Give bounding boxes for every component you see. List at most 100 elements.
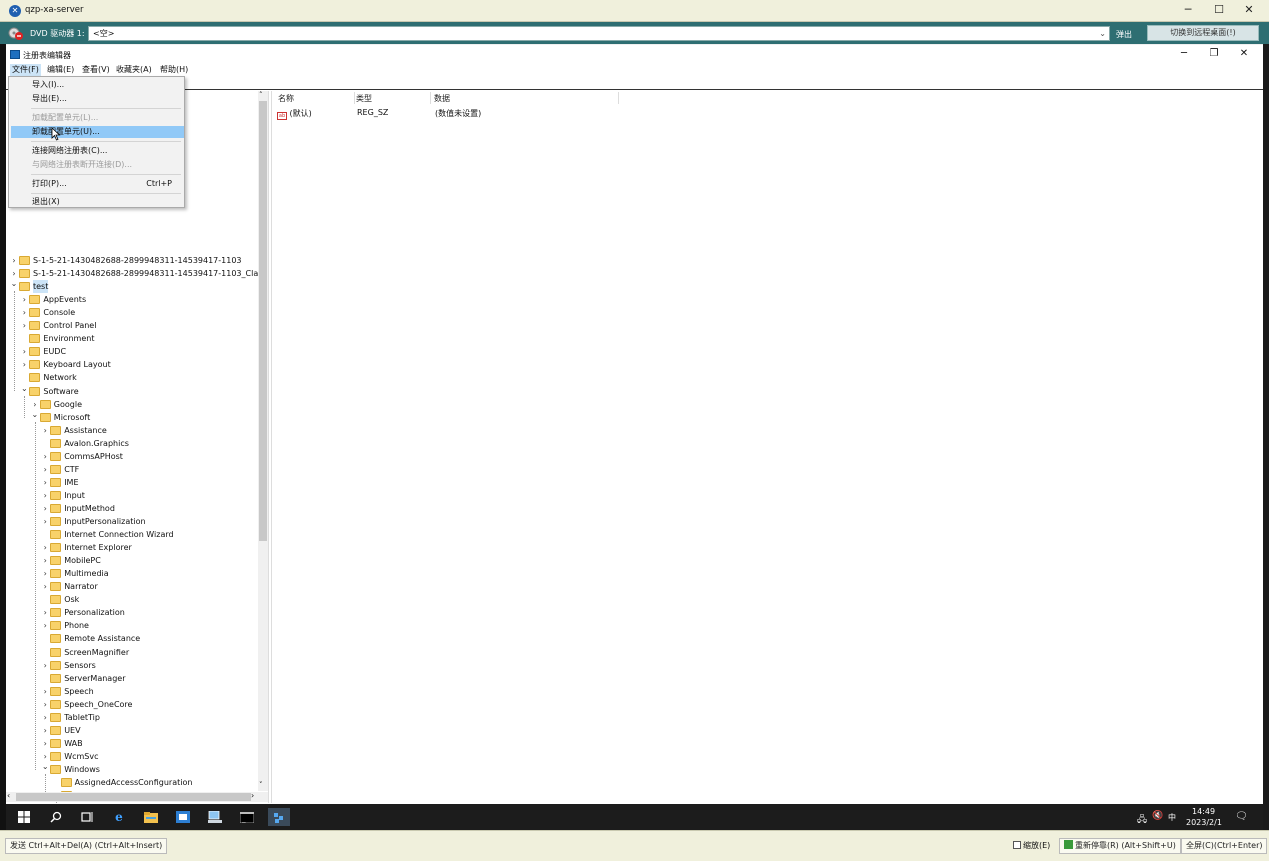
- clock-time[interactable]: 14:49: [1192, 807, 1215, 816]
- regedit-restore-icon[interactable]: ❐: [1199, 46, 1229, 62]
- menu-view[interactable]: 查看(V): [80, 64, 112, 76]
- chevron-right-icon[interactable]: ›: [41, 567, 49, 580]
- menu-separator: [31, 193, 181, 194]
- tree-vertical-scrollbar[interactable]: ˄ ˅: [258, 91, 268, 791]
- task-view-icon[interactable]: [76, 808, 98, 826]
- chevron-right-icon[interactable]: ›: [41, 554, 49, 567]
- column-separator: [354, 92, 355, 104]
- minimize-icon[interactable]: ─: [1173, 0, 1203, 20]
- search-icon[interactable]: [45, 808, 67, 826]
- scroll-left-icon[interactable]: ‹: [7, 791, 10, 800]
- menu-edit[interactable]: 编辑(E): [45, 64, 76, 76]
- chevron-right-icon[interactable]: ›: [41, 424, 49, 437]
- send-ctrl-alt-del-button[interactable]: 发送 Ctrl+Alt+Del(A) (Ctrl+Alt+Insert): [5, 838, 168, 854]
- column-separator: [430, 92, 431, 104]
- column-header-type[interactable]: 类型: [356, 93, 372, 104]
- dvd-drive-select[interactable]: <空> ⌄: [88, 26, 1110, 41]
- dvd-toolbar: DVD 驱动器 1: <空> ⌄ 弹出 切换到远程桌面(!): [0, 22, 1269, 44]
- regedit-close-icon[interactable]: ✕: [1229, 46, 1259, 62]
- ime-indicator[interactable]: 中: [1168, 812, 1176, 823]
- tree-node-label: S-1-5-21-1430482688-2899948311-14539417-…: [33, 256, 242, 265]
- checkbox-box[interactable]: [1013, 841, 1021, 849]
- chevron-right-icon[interactable]: ›: [41, 515, 49, 528]
- chevron-right-icon[interactable]: ›: [20, 358, 28, 371]
- command-prompt-icon[interactable]: _: [236, 808, 258, 826]
- chevron-right-icon[interactable]: ›: [41, 737, 49, 750]
- menu-separator: [31, 141, 181, 142]
- folder-icon: [50, 438, 62, 448]
- clock-date[interactable]: 2023/2/1: [1186, 818, 1222, 827]
- menu-item-export[interactable]: 导出(E)...: [11, 93, 184, 105]
- value-row[interactable]: ab (默认): [277, 108, 312, 120]
- regedit-menu-bar: 文件(F) 编辑(E) 查看(V) 收藏夹(A) 帮助(H): [6, 63, 1263, 76]
- chevron-right-icon[interactable]: ›: [41, 450, 49, 463]
- tree-node-label: ServerManager: [64, 673, 126, 683]
- tree-horizontal-scroll-thumb[interactable]: [16, 793, 251, 801]
- redock-label: 重新停靠(R) (Alt+Shift+U): [1075, 841, 1176, 850]
- volume-icon[interactable]: 🔇: [1152, 811, 1163, 821]
- chevron-right-icon[interactable]: ›: [41, 724, 49, 737]
- values-list[interactable]: 名称 类型 数据 ab (默认) REG_SZ (数值未设置): [272, 91, 1263, 803]
- menu-item-import[interactable]: 导入(I)...: [11, 79, 184, 91]
- menu-favorites[interactable]: 收藏夹(A): [114, 64, 154, 76]
- tree-node-label: TabletTip: [64, 712, 100, 722]
- chevron-right-icon[interactable]: ›: [41, 489, 49, 502]
- network-icon[interactable]: 🖧: [1137, 812, 1147, 828]
- close-icon[interactable]: ✕: [1234, 0, 1264, 20]
- regedit-minimize-icon[interactable]: ─: [1169, 46, 1199, 62]
- chevron-right-icon[interactable]: ›: [41, 476, 49, 489]
- registry-editor-window: 注册表编辑器 ─ ❐ ✕ 文件(F) 编辑(E) 查看(V) 收藏夹(A) 帮助…: [6, 45, 1263, 804]
- windows-start-icon[interactable]: [13, 808, 35, 826]
- chevron-right-icon[interactable]: ›: [20, 319, 28, 332]
- menu-file[interactable]: 文件(F): [10, 64, 41, 76]
- chevron-right-icon[interactable]: ›: [41, 580, 49, 593]
- server-manager-icon[interactable]: [172, 808, 194, 826]
- chevron-right-icon[interactable]: ›: [41, 619, 49, 632]
- scroll-up-icon[interactable]: ˄: [259, 91, 263, 99]
- chevron-down-icon[interactable]: ⌄: [10, 277, 18, 290]
- chevron-right-icon[interactable]: ›: [41, 698, 49, 711]
- chevron-right-icon[interactable]: ›: [41, 606, 49, 619]
- menu-item-unload-hive[interactable]: 卸载配置单元(U)...: [11, 126, 184, 138]
- chevron-down-icon[interactable]: ⌄: [20, 382, 28, 395]
- chevron-right-icon[interactable]: ›: [41, 685, 49, 698]
- scroll-right-icon[interactable]: ›: [251, 791, 254, 800]
- chevron-down-icon[interactable]: ⌄: [31, 408, 39, 421]
- chevron-right-icon[interactable]: ›: [20, 293, 28, 306]
- console-title: qzp-xa-server: [25, 5, 84, 15]
- notification-icon[interactable]: 🗨: [1235, 811, 1248, 822]
- chevron-right-icon[interactable]: ›: [41, 711, 49, 724]
- tree-node-label: Control Panel: [43, 321, 97, 331]
- tree-node-label: Personalization: [64, 608, 125, 618]
- menu-item-print[interactable]: 打印(P)... Ctrl+P: [11, 178, 184, 190]
- registry-editor-taskbar-icon[interactable]: [268, 808, 290, 826]
- chevron-right-icon[interactable]: ›: [10, 254, 18, 267]
- scale-checkbox[interactable]: 缩放(E): [1013, 840, 1050, 851]
- chevron-right-icon[interactable]: ›: [41, 463, 49, 476]
- internet-explorer-icon[interactable]: e: [108, 808, 130, 826]
- file-explorer-icon[interactable]: [140, 808, 162, 826]
- switch-remote-desktop-button[interactable]: 切换到远程桌面(!): [1147, 25, 1259, 41]
- menu-help[interactable]: 帮助(H): [158, 64, 190, 76]
- menu-item-exit[interactable]: 退出(X): [11, 196, 184, 208]
- eject-button[interactable]: 弹出: [1116, 29, 1132, 40]
- address-bar[interactable]: [6, 76, 1263, 90]
- chevron-down-icon[interactable]: ⌄: [41, 760, 49, 773]
- tree-node-label: CommsAPHost: [64, 451, 123, 461]
- chevron-right-icon[interactable]: ›: [20, 345, 28, 358]
- column-header-name[interactable]: 名称: [278, 93, 294, 104]
- chevron-right-icon[interactable]: ›: [41, 659, 49, 672]
- chevron-right-icon[interactable]: ›: [20, 306, 28, 319]
- network-computer-icon[interactable]: [204, 808, 226, 826]
- folder-icon: [50, 556, 62, 566]
- fullscreen-button[interactable]: 全屏(C)(Ctrl+Enter): [1181, 838, 1268, 854]
- menu-item-connect-network-registry[interactable]: 连接网络注册表(C)...: [11, 145, 184, 157]
- chevron-right-icon[interactable]: ›: [41, 502, 49, 515]
- tree-vertical-scroll-thumb[interactable]: [259, 101, 267, 541]
- tree-horizontal-scrollbar[interactable]: ‹ ›: [6, 791, 268, 802]
- column-header-data[interactable]: 数据: [434, 93, 450, 104]
- maximize-icon[interactable]: ☐: [1204, 0, 1234, 20]
- chevron-right-icon[interactable]: ›: [41, 541, 49, 554]
- scroll-down-icon[interactable]: ˅: [259, 781, 263, 789]
- redock-button[interactable]: 重新停靠(R) (Alt+Shift+U): [1059, 838, 1181, 854]
